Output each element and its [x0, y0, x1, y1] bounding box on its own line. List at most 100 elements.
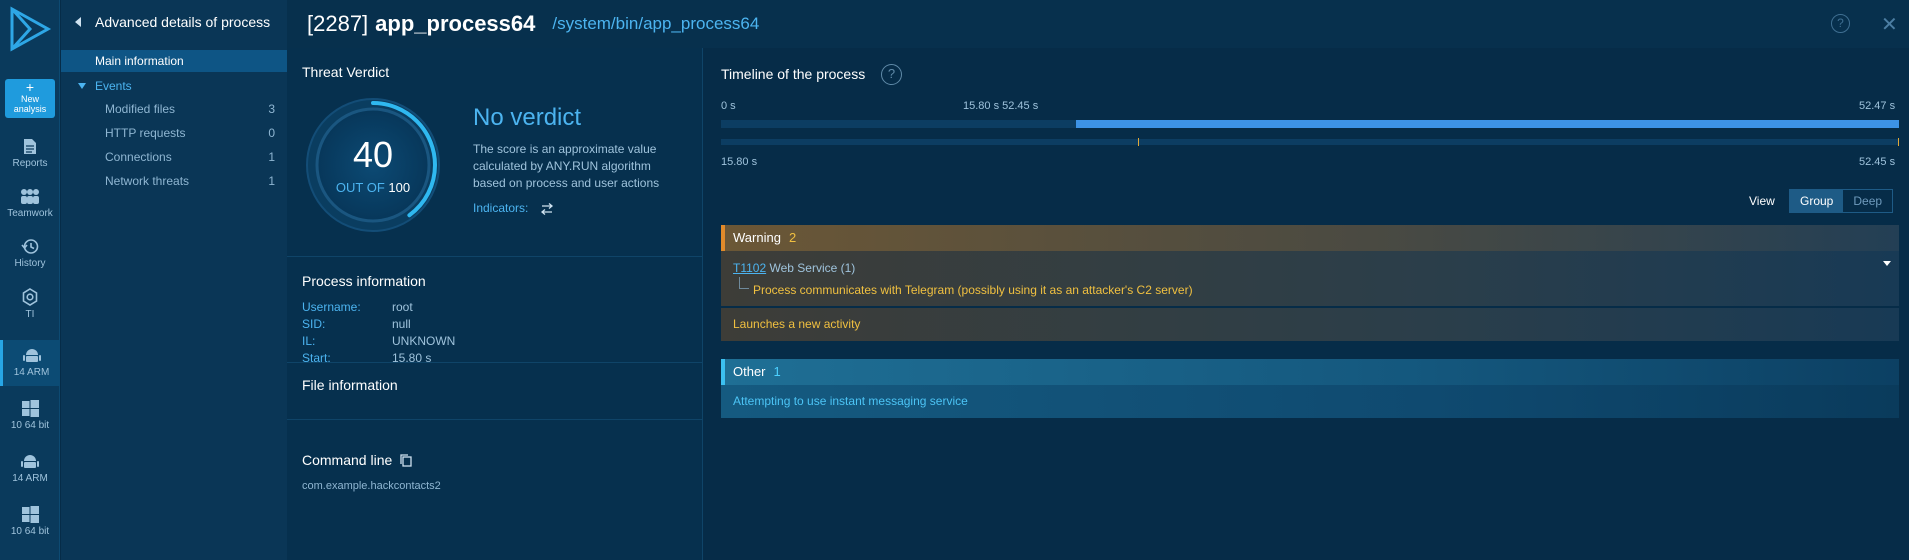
nav-sub-label: Network threats	[105, 174, 190, 188]
info-value: null	[392, 317, 411, 331]
warning-group-header[interactable]: Warning 2	[721, 225, 1899, 251]
process-details-column: Threat Verdict 40 OUT OF 100 No verdict …	[287, 48, 703, 560]
process-info-row: Start: 15.80 s	[302, 351, 431, 365]
verdict-label: No verdict	[473, 104, 582, 131]
rail-item-history[interactable]: History	[0, 238, 60, 269]
windows-icon	[21, 400, 39, 417]
other-item[interactable]: Attempting to use instant messaging serv…	[721, 385, 1899, 418]
rail-task-3[interactable]: 14 ARM	[0, 452, 60, 484]
timeline-detail-track[interactable]	[721, 139, 1899, 145]
info-key: Username:	[302, 300, 361, 314]
history-icon	[21, 239, 39, 254]
info-value: UNKNOWN	[392, 334, 456, 348]
timeline-end-label: 52.47 s	[1859, 100, 1896, 112]
nav-sub-modified-files[interactable]: Modified files 3	[105, 99, 275, 119]
nav-sub-network-threats[interactable]: Network threats 1	[105, 171, 275, 191]
tree-connector	[739, 277, 749, 289]
info-key: Start:	[302, 351, 331, 365]
help-icon[interactable]: ?	[1831, 14, 1850, 33]
warning-count: 2	[788, 230, 797, 245]
android-icon	[21, 455, 39, 468]
nav-item-events[interactable]: Events	[61, 75, 287, 97]
command-line-value: com.example.hackcontacts2	[302, 480, 441, 492]
nav-sub-count: 0	[268, 126, 275, 140]
rail-label: TI	[25, 309, 35, 320]
back-caret-icon	[75, 17, 81, 27]
process-header: [2287] app_process64 /system/bin/app_pro…	[287, 0, 1909, 48]
android-icon	[22, 349, 41, 362]
anyrun-logo-icon[interactable]	[8, 6, 52, 52]
nav-back-header[interactable]: Advanced details of process	[61, 0, 287, 44]
command-line-title: Command line	[302, 452, 412, 468]
copy-icon[interactable]	[400, 453, 412, 467]
nav-events-label: Events	[95, 79, 132, 93]
technique-id-link[interactable]: T1102	[733, 261, 766, 275]
nav-sub-connections[interactable]: Connections 1	[105, 147, 275, 167]
swap-arrows-icon	[540, 202, 553, 215]
rail-label: Teamwork	[7, 208, 53, 219]
timeline-title: Timeline of the process	[721, 66, 866, 82]
score-out-of: OUT OF 100	[303, 180, 443, 195]
view-group-button[interactable]: Group	[1790, 190, 1844, 212]
rail-task-2[interactable]: 10 64 bit	[0, 400, 60, 431]
new-analysis-button[interactable]: + New analysis	[5, 79, 55, 118]
close-icon[interactable]: ✕	[1881, 12, 1898, 37]
document-icon	[24, 139, 36, 154]
rail-label: Reports	[12, 158, 48, 169]
windows-icon	[21, 506, 39, 523]
warning-item[interactable]: Launches a new activity	[721, 308, 1899, 341]
process-information-section: Process information Username: root SID: …	[287, 258, 703, 365]
timeline-process-range[interactable]	[1076, 120, 1899, 128]
rail-item-teamwork[interactable]: Teamwork	[0, 188, 60, 219]
nav-title: Advanced details of process	[95, 14, 271, 30]
rail-item-reports[interactable]: Reports	[0, 138, 60, 169]
other-group-header[interactable]: Other 1	[721, 359, 1899, 385]
process-info-row: IL: UNKNOWN	[302, 334, 455, 348]
verdict-description: The score is an approximate value calcul…	[473, 142, 660, 190]
timeline-mid-label: 15.80 s 52.45 s	[963, 100, 1039, 112]
rail-item-ti[interactable]: TI	[0, 288, 60, 320]
score-value: 40	[352, 134, 394, 175]
timeline-sub-start-label: 15.80 s	[721, 156, 758, 168]
technique-name: Web Service (1)	[769, 261, 856, 275]
process-information-title: Process information	[302, 273, 426, 289]
nav-sub-count: 3	[268, 102, 275, 116]
file-information-title: File information	[302, 377, 398, 393]
details-nav: Advanced details of process Main informa…	[61, 0, 287, 560]
process-info-row: SID: null	[302, 317, 411, 331]
nav-sub-label: Connections	[105, 150, 172, 164]
info-value: 15.80 s	[392, 351, 432, 365]
view-deep-button[interactable]: Deep	[1843, 190, 1892, 212]
left-rail: + New analysis Reports Teamwork History …	[0, 0, 60, 560]
indicators-label: Indicators:	[473, 201, 529, 215]
timeline-event-tick	[1898, 138, 1899, 146]
info-key: SID:	[302, 317, 326, 331]
nav-sub-count: 1	[268, 150, 275, 164]
rail-task-1[interactable]: 14 ARM	[0, 340, 60, 386]
threat-verdict-section: Threat Verdict 40 OUT OF 100 No verdict …	[287, 48, 703, 257]
chevron-down-icon[interactable]	[1883, 261, 1891, 266]
expand-triangle-icon	[78, 83, 86, 89]
view-toggle: Group Deep	[1789, 189, 1894, 213]
help-icon[interactable]: ?	[881, 64, 902, 85]
team-icon	[21, 189, 39, 204]
threat-verdict-title: Threat Verdict	[302, 64, 390, 80]
timeline-sub-end-label: 52.45 s	[1859, 156, 1896, 168]
process-name: app_process64	[375, 11, 536, 36]
process-path[interactable]: /system/bin/app_process64	[552, 14, 759, 34]
rail-task-label: 10 64 bit	[10, 420, 50, 431]
nav-sub-http-requests[interactable]: HTTP requests 0	[105, 123, 275, 143]
warning-technique-row[interactable]: T1102 Web Service (1) Process communicat…	[721, 251, 1899, 306]
process-info-row: Username: root	[302, 300, 413, 314]
plus-icon: +	[25, 79, 35, 95]
rail-label: History	[14, 258, 46, 269]
nav-item-main-information[interactable]: Main information	[61, 50, 287, 72]
indicators-link[interactable]: Indicators:	[473, 201, 554, 215]
nav-sub-label: HTTP requests	[105, 126, 186, 140]
rail-task-label: 10 64 bit	[10, 526, 50, 537]
warning-title: Warning	[733, 230, 781, 245]
rail-task-4[interactable]: 10 64 bit	[0, 506, 60, 537]
nav-sub-count: 1	[268, 174, 275, 188]
timeline-column: Timeline of the process ? 0 s 15.80 s 52…	[703, 48, 1909, 560]
out-of-label: OUT OF	[335, 180, 385, 195]
